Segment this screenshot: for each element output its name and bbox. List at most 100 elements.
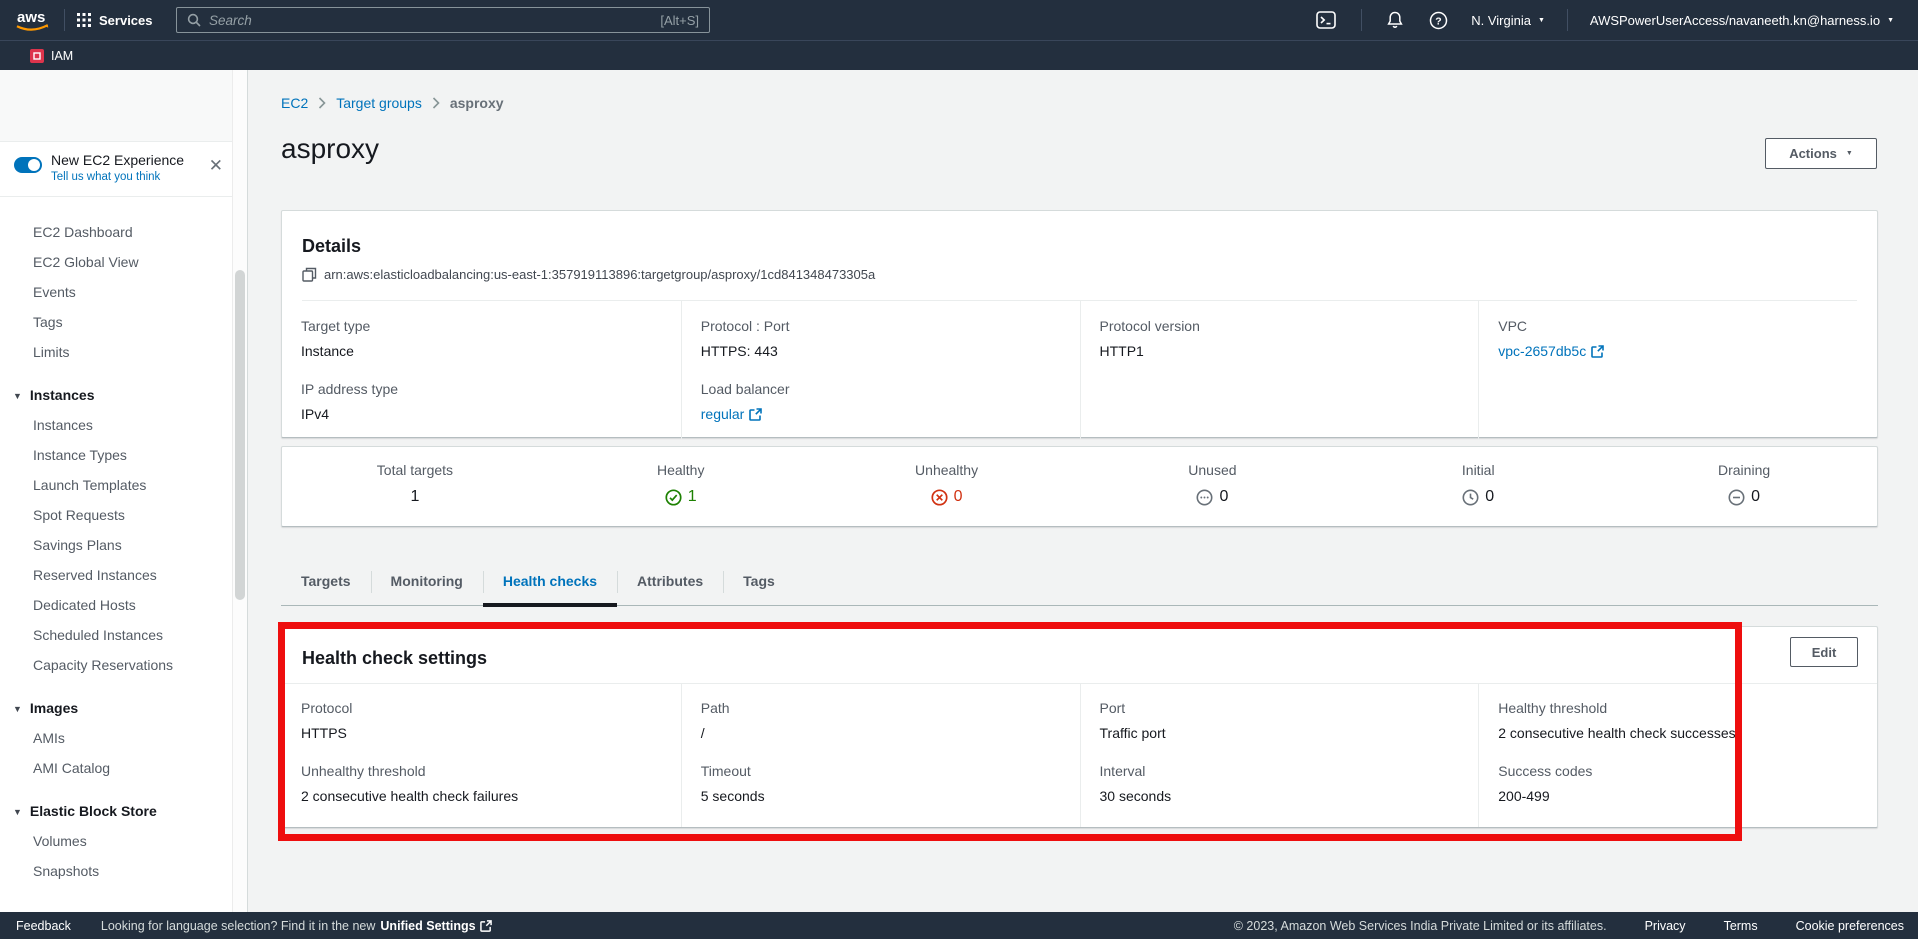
sidebar-item-events[interactable]: Events: [0, 277, 247, 307]
field-value: IPv4: [301, 405, 662, 423]
notifications-button[interactable]: [1374, 0, 1416, 40]
sidebar-section-images[interactable]: ▼Images: [0, 693, 247, 723]
field-path: Path /: [701, 699, 1061, 742]
iam-shortcut-label: IAM: [51, 49, 73, 63]
triangle-down-icon: ▼: [13, 694, 22, 724]
vpc-link[interactable]: vpc-2657db5c: [1498, 342, 1604, 360]
cookie-preferences-link[interactable]: Cookie preferences: [1796, 919, 1904, 933]
sidebar-item-ec2-dashboard[interactable]: EC2 Dashboard: [0, 217, 247, 247]
topbar-divider: [1361, 9, 1362, 31]
health-check-column-3: Port Traffic port Interval 30 seconds: [1080, 684, 1479, 827]
favorites-shortcut-bar: IAM: [0, 40, 1918, 70]
sidebar-scrollbar-track[interactable]: [232, 70, 247, 912]
aws-logo[interactable]: aws: [14, 7, 52, 33]
top-navigation-bar: aws Services [Alt+S]: [0, 0, 1918, 40]
svg-text:aws: aws: [17, 9, 45, 26]
external-link-icon: [480, 920, 492, 932]
tell-us-link[interactable]: Tell us what you think: [51, 171, 160, 183]
sidebar-item-savings-plans[interactable]: Savings Plans: [0, 530, 247, 560]
sidebar-item-tags[interactable]: Tags: [0, 307, 247, 337]
breadcrumb-target-groups[interactable]: Target groups: [336, 95, 422, 111]
health-check-column-2: Path / Timeout 5 seconds: [681, 684, 1080, 827]
field-timeout: Timeout 5 seconds: [701, 762, 1061, 805]
sidebar-item-launch-templates[interactable]: Launch Templates: [0, 470, 247, 500]
account-menu[interactable]: AWSPowerUserAccess/navaneeth.kn@harness.…: [1580, 13, 1904, 28]
sidebar-item-spot-requests[interactable]: Spot Requests: [0, 500, 247, 530]
field-value: Traffic port: [1100, 724, 1460, 742]
ellipsis-circle-icon: [1196, 489, 1213, 506]
iam-shortcut[interactable]: IAM: [30, 49, 73, 63]
sidebar-item-scheduled-instances[interactable]: Scheduled Instances: [0, 620, 247, 650]
triangle-down-icon: ▼: [13, 381, 22, 411]
field-label: Timeout: [701, 762, 1061, 780]
field-vpc: VPC vpc-2657db5c: [1498, 317, 1858, 360]
chevron-down-icon: ▼: [1887, 17, 1894, 24]
global-search-box[interactable]: [Alt+S]: [176, 7, 710, 33]
sidebar-item-snapshots[interactable]: Snapshots: [0, 856, 247, 886]
sidebar-item-ec2-global-view[interactable]: EC2 Global View: [0, 247, 247, 277]
stat-value: 0: [1485, 488, 1494, 506]
field-port: Port Traffic port: [1100, 699, 1460, 742]
field-label: Healthy threshold: [1498, 699, 1858, 717]
cloudshell-icon: [1316, 11, 1336, 29]
sidebar-item-limits[interactable]: Limits: [0, 337, 247, 367]
sidebar-nav: EC2 Dashboard EC2 Global View Events Tag…: [0, 197, 247, 886]
stat-unhealthy: Unhealthy 0: [814, 447, 1080, 526]
terms-link[interactable]: Terms: [1724, 919, 1758, 933]
health-check-column-1: Protocol HTTPS Unhealthy threshold 2 con…: [282, 684, 681, 827]
unified-settings-link[interactable]: Unified Settings: [380, 919, 491, 933]
sidebar-scrollbar-thumb[interactable]: [235, 270, 245, 600]
tab-health-checks[interactable]: Health checks: [483, 560, 617, 605]
chevron-right-icon: [318, 97, 326, 109]
sidebar-item-reserved-instances[interactable]: Reserved Instances: [0, 560, 247, 590]
region-selector[interactable]: N. Virginia ▼: [1461, 13, 1555, 28]
field-protocol: Protocol HTTPS: [301, 699, 662, 742]
stat-value: 0: [1751, 488, 1760, 506]
actions-button[interactable]: Actions ▼: [1765, 138, 1877, 169]
field-value: HTTPS: 443: [701, 342, 1061, 360]
triangle-down-icon: ▼: [13, 797, 22, 827]
sidebar-section-elastic-block-store[interactable]: ▼Elastic Block Store: [0, 796, 247, 826]
close-icon[interactable]: ✕: [209, 157, 223, 174]
sidebar-item-capacity-reservations[interactable]: Capacity Reservations: [0, 650, 247, 680]
sidebar-section-instances[interactable]: ▼Instances: [0, 380, 247, 410]
stat-label: Total targets: [282, 461, 548, 479]
privacy-link[interactable]: Privacy: [1645, 919, 1686, 933]
sidebar-item-instances[interactable]: Instances: [0, 410, 247, 440]
tab-targets[interactable]: Targets: [281, 560, 371, 605]
tab-tags[interactable]: Tags: [723, 560, 795, 605]
details-card: Details arn:aws:elasticloadbalancing:us-…: [281, 210, 1878, 438]
search-input[interactable]: [209, 13, 660, 28]
cloudshell-button[interactable]: [1303, 0, 1349, 40]
sidebar-item-instance-types[interactable]: Instance Types: [0, 440, 247, 470]
account-label: AWSPowerUserAccess/navaneeth.kn@harness.…: [1590, 13, 1880, 28]
field-target-type: Target type Instance: [301, 317, 662, 360]
feedback-button[interactable]: Feedback: [16, 919, 71, 933]
tab-attributes[interactable]: Attributes: [617, 560, 723, 605]
sidebar-item-amis[interactable]: AMIs: [0, 723, 247, 753]
check-circle-icon: [665, 489, 682, 506]
field-label: Protocol: [301, 699, 662, 717]
new-experience-toggle[interactable]: [14, 157, 42, 173]
breadcrumb-ec2[interactable]: EC2: [281, 95, 308, 111]
sidebar-item-ami-catalog[interactable]: AMI Catalog: [0, 753, 247, 783]
field-label: Unhealthy threshold: [301, 762, 662, 780]
field-label: IP address type: [301, 380, 662, 398]
health-check-header: Health check settings: [282, 627, 1877, 684]
tab-monitoring[interactable]: Monitoring: [371, 560, 483, 605]
field-label: Interval: [1100, 762, 1460, 780]
services-menu-button[interactable]: Services: [77, 13, 153, 28]
help-button[interactable]: ?: [1416, 0, 1461, 40]
language-selection-text: Looking for language selection? Find it …: [101, 919, 376, 933]
sidebar-item-dedicated-hosts[interactable]: Dedicated Hosts: [0, 590, 247, 620]
field-value: 2 consecutive health check failures: [301, 787, 662, 805]
ec2-sidebar: New EC2 Experience Tell us what you thin…: [0, 70, 248, 912]
sidebar-item-volumes[interactable]: Volumes: [0, 826, 247, 856]
field-label: Target type: [301, 317, 662, 335]
load-balancer-link[interactable]: regular: [701, 405, 763, 423]
edit-button[interactable]: Edit: [1790, 637, 1858, 667]
target-health-summary-card: Total targets 1 Healthy 1 Unhealthy 0: [281, 446, 1878, 527]
field-ip-address-type: IP address type IPv4: [301, 380, 662, 423]
copy-icon[interactable]: [302, 267, 317, 282]
breadcrumb-current: asproxy: [450, 95, 504, 111]
